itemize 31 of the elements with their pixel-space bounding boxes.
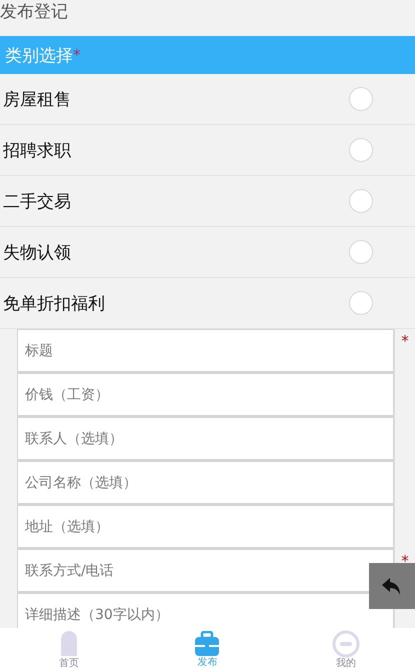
input-field[interactable]: 联系方式/电话 <box>17 549 394 593</box>
option-label: 二手交易 <box>3 190 71 212</box>
option-label: 房屋租售 <box>3 88 71 110</box>
input-field[interactable]: 标题 <box>17 329 394 373</box>
briefcase-icon <box>194 631 220 657</box>
category-option[interactable]: 二手交易 <box>0 176 415 227</box>
required-mark: * <box>73 46 80 64</box>
option-label: 招聘求职 <box>3 140 71 162</box>
section-title: 类别选择 <box>5 44 73 66</box>
chat-bubble-icon <box>332 630 360 658</box>
input-field[interactable]: 地址（选填） <box>17 505 394 549</box>
category-option[interactable]: 招聘求职 <box>0 125 415 176</box>
radio-button[interactable] <box>349 138 373 162</box>
page-title: 发布登记 <box>0 1 69 24</box>
input-field[interactable]: 价钱（工资） <box>17 373 394 417</box>
required-mark: * <box>401 332 409 350</box>
option-label: 失物认领 <box>3 242 71 264</box>
radio-button[interactable] <box>349 87 373 111</box>
reply-arrow-icon <box>381 576 403 596</box>
radio-button[interactable] <box>349 240 373 264</box>
input-field[interactable]: 详细描述（30字以内） <box>17 593 394 628</box>
category-option[interactable]: 失物认领 <box>0 227 415 278</box>
radio-button[interactable] <box>349 189 373 213</box>
input-field[interactable]: 联系人（选填） <box>17 417 394 461</box>
radio-button[interactable] <box>349 291 373 315</box>
tab[interactable]: 我的 <box>306 628 386 672</box>
back-button[interactable] <box>369 563 415 609</box>
category-option[interactable]: 房屋租售 <box>0 74 415 125</box>
option-label: 免单折扣福利 <box>3 292 105 314</box>
required-mark: * <box>401 552 409 570</box>
input-field[interactable]: 公司名称（选填） <box>17 461 394 505</box>
